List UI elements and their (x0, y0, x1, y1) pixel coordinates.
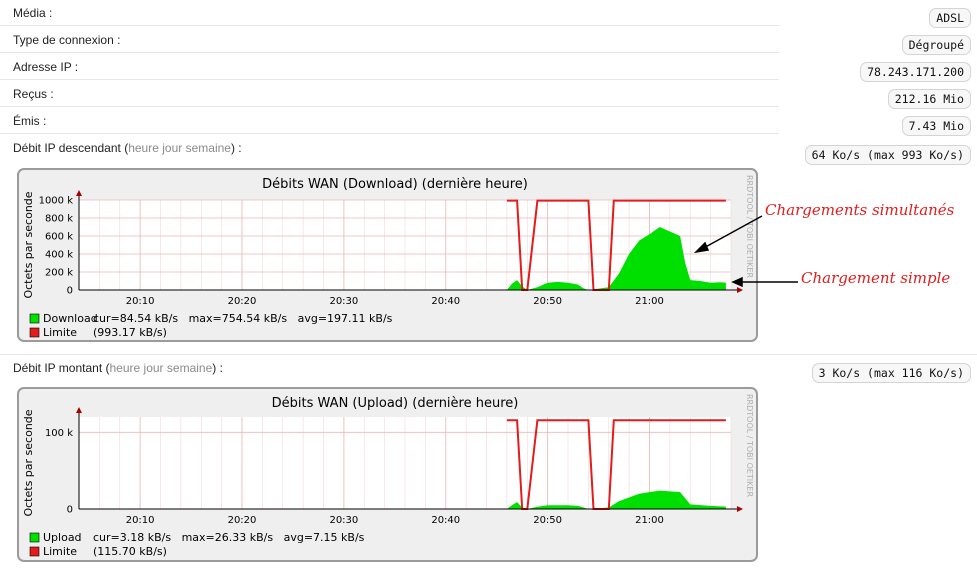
annotation-simple: Chargement simple (801, 269, 951, 287)
row-divider (0, 25, 779, 26)
download-row: Débit IP descendant (heure jour semaine)… (0, 135, 977, 165)
legend-stats: cur=84.54 kB/s max=754.54 kB/s avg=197.1… (93, 312, 393, 325)
y-axis-label: Octets par seconde (22, 409, 35, 516)
ip-value: 78.243.171.200 (860, 62, 971, 82)
x-tick-label: 21:00 (635, 296, 664, 307)
type-value: Dégroupé (901, 35, 971, 55)
x-tick-label: 20:40 (431, 515, 460, 526)
link-heure[interactable]: heure (110, 361, 141, 375)
upload-chart: 20:10 20:20 20:30 20:40 20:50 21:00 100 k 0 Débi… (22, 394, 754, 558)
row-divider (0, 106, 779, 107)
legend-swatch-upload (29, 532, 40, 543)
chart-title: Débits WAN (Download) (dernière heure) (262, 177, 528, 192)
x-tick-label: 20:20 (228, 296, 257, 307)
x-tick-label: 20:50 (533, 296, 562, 307)
upload-value: 3 Ko/s (max 116 Ko/s) (811, 363, 971, 383)
y-axis-arrow (76, 190, 82, 196)
x-axis-arrow (737, 506, 743, 512)
link-jour[interactable]: jour (144, 361, 164, 375)
row-divider (0, 79, 779, 80)
legend-stats: (993.17 kB/s) (93, 326, 167, 339)
y-tick-label: 200 k (45, 268, 73, 279)
x-tick-label: 20:10 (126, 296, 155, 307)
x-tick-label: 20:40 (431, 296, 460, 307)
link-semaine[interactable]: semaine (186, 141, 231, 155)
x-tick-label: 20:10 (126, 515, 155, 526)
type-label: Type de connexion : (13, 33, 121, 47)
recus-value: 212.16 Mio (887, 89, 971, 109)
legend-name: Limite (43, 326, 77, 339)
x-tick-label: 20:30 (329, 515, 358, 526)
legend-swatch-limite (29, 546, 40, 557)
upload-row: Débit IP montant (heure jour semaine) : … (0, 354, 977, 383)
y-tick-label: 400 k (45, 250, 73, 261)
upload-graph: 20:10 20:20 20:30 20:40 20:50 21:00 100 k 0 Débi… (17, 387, 758, 562)
recus-row: Reçus : 212.16 Mio (0, 81, 977, 109)
row-divider (0, 133, 779, 134)
ip-label: Adresse IP : (13, 60, 79, 74)
recus-label: Reçus : (13, 87, 54, 101)
emis-row: Émis : 7.43 Mio (0, 108, 977, 136)
emis-value: 7.43 Mio (901, 116, 971, 136)
legend-name: Upload (43, 531, 82, 544)
type-row: Type de connexion : Dégroupé (0, 27, 977, 55)
legend-swatch-limite (29, 327, 40, 338)
y-tick-label: 0 (67, 505, 73, 516)
rrdtool-watermark: RRDTOOL / TOBI OETIKER (745, 394, 754, 497)
ip-row: Adresse IP : 78.243.171.200 (0, 54, 977, 82)
rrdtool-watermark: RRDTOOL / TOBI OETIKER (745, 175, 754, 278)
y-axis-arrow (76, 407, 82, 413)
y-tick-label: 800 k (45, 214, 73, 225)
row-divider (0, 52, 779, 53)
x-tick-label: 21:00 (635, 515, 664, 526)
legend-stats: cur=3.18 kB/s max=26.33 kB/s avg=7.15 kB… (93, 531, 365, 544)
annotation-simultanes: Chargements simultanés (765, 201, 955, 219)
emis-label: Émis : (13, 114, 47, 128)
x-tick-label: 20:20 (228, 515, 257, 526)
chart-title: Débits WAN (Upload) (dernière heure) (272, 396, 519, 411)
y-tick-label: 600 k (45, 232, 73, 243)
link-jour[interactable]: jour (162, 141, 182, 155)
y-tick-label: 1000 k (39, 196, 74, 207)
y-tick-label: 0 (67, 286, 73, 297)
media-value: ADSL (929, 8, 971, 28)
media-row: Média : ADSL (0, 0, 977, 28)
download-value: 64 Ko/s (max 993 Ko/s) (804, 145, 971, 165)
legend-swatch-download (29, 313, 40, 324)
legend-name: Limite (43, 545, 77, 558)
x-tick-label: 20:30 (329, 296, 358, 307)
download-chart: 20:10 20:20 20:30 20:40 20:50 21:00 1000 k 800 … (22, 175, 754, 339)
legend-stats: (115.70 kB/s) (93, 545, 167, 558)
upload-label: Débit IP montant (heure jour semaine) : (13, 361, 223, 375)
y-tick-label: 100 k (45, 428, 73, 439)
y-axis-label: Octets par seconde (22, 191, 35, 298)
link-semaine[interactable]: semaine (167, 361, 212, 375)
media-label: Média : (13, 6, 53, 20)
x-tick-label: 20:50 (533, 515, 562, 526)
legend-name: Download (43, 312, 98, 325)
link-heure[interactable]: heure (128, 141, 159, 155)
download-label: Débit IP descendant (heure jour semaine)… (13, 141, 242, 155)
x-axis-arrow (737, 287, 743, 293)
download-graph: 20:10 20:20 20:30 20:40 20:50 21:00 1000 k 800 … (17, 168, 758, 342)
